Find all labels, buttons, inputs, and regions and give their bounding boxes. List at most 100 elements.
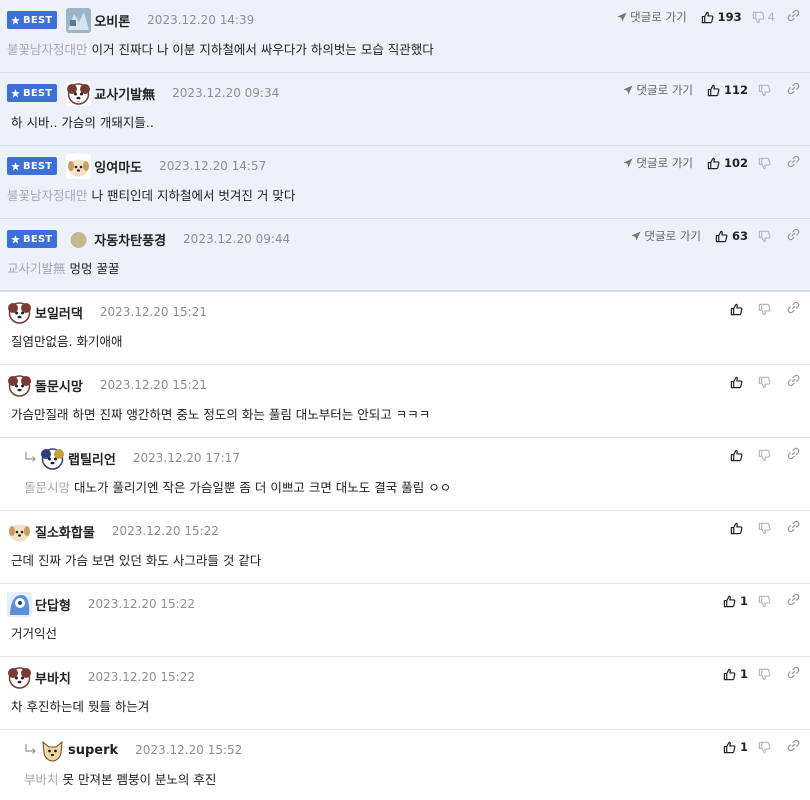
comment-body: 차 후진하는데 뭣들 하는겨 [7, 696, 149, 715]
downvote-button[interactable] [758, 741, 775, 754]
nickname[interactable]: 단답형 [35, 595, 71, 614]
avatar[interactable] [40, 445, 65, 471]
link-icon[interactable] [787, 9, 800, 25]
upvote-count: 63 [731, 229, 748, 243]
comment-item: 단답형 2023.12.20 15:22 1 거거익선 [0, 584, 810, 657]
nickname[interactable]: 교사기발無 [94, 84, 155, 103]
best-badge: BEST [7, 157, 58, 175]
link-icon[interactable] [787, 228, 800, 244]
upvote-button[interactable]: 63 [715, 229, 748, 243]
avatar[interactable] [7, 372, 32, 398]
downvote-button[interactable] [758, 230, 775, 243]
mention[interactable]: 불꽃남자정대만 [7, 42, 88, 57]
nickname[interactable]: 자동차탄풍경 [94, 230, 166, 249]
comment-header: 질소화합물 2023.12.20 15:22 [7, 518, 219, 544]
avatar[interactable] [7, 591, 32, 617]
avatar[interactable] [66, 80, 92, 106]
comment-item: 부바치 2023.12.20 15:22 1 차 후진하는데 뭣들 하는겨 [0, 657, 810, 730]
mention[interactable]: 부바치 [24, 772, 59, 787]
avatar[interactable] [66, 7, 92, 33]
comment-actions [730, 300, 800, 318]
comment-header: 돌문시망 2023.12.20 15:21 [7, 372, 207, 398]
thumbs-down-icon [758, 449, 771, 461]
downvote-button[interactable] [758, 449, 775, 462]
link-icon[interactable] [787, 666, 800, 682]
upvote-button[interactable] [730, 303, 748, 316]
goto-comment-link[interactable]: 댓글로 가기 [631, 228, 701, 244]
avatar[interactable] [66, 153, 92, 179]
comment-body: 거거익선 [7, 623, 57, 642]
reply-item: 랩틸리언 2023.12.20 17:17 돌문시망 대노가 풀리기엔 작은 가슴… [0, 438, 810, 511]
link-icon[interactable] [787, 593, 800, 609]
avatar[interactable] [7, 299, 32, 325]
thumbs-up-icon [730, 522, 743, 534]
link-icon[interactable] [787, 155, 800, 171]
upvote-button[interactable]: 102 [707, 156, 748, 170]
downvote-button[interactable] [758, 303, 775, 316]
comment-date: 2023.12.20 15:52 [135, 743, 243, 757]
avatar[interactable] [66, 227, 91, 252]
comment-body: 하 시바.. 가슴의 개돼지들.. [7, 112, 154, 131]
thumbs-up-icon [715, 230, 728, 242]
upvote-button[interactable] [730, 449, 748, 462]
downvote-button[interactable] [758, 595, 775, 608]
comment-text: 못 만져본 펨붕이 분노의 후진 [62, 772, 217, 787]
thumbs-down-icon [758, 376, 771, 388]
goto-comment-link[interactable]: 댓글로 가기 [623, 155, 693, 171]
comment-item: BEST 교사기발無 2023.12.20 09:34 댓글로 가기 112 하… [0, 73, 810, 146]
upvote-button[interactable] [730, 376, 748, 389]
upvote-button[interactable]: 1 [723, 594, 748, 608]
thumbs-up-icon [723, 668, 736, 680]
link-icon[interactable] [787, 520, 800, 536]
comment-actions: 댓글로 가기 193 4 [617, 8, 800, 26]
link-icon[interactable] [787, 739, 800, 755]
thumbs-down-icon [758, 595, 771, 607]
downvote-button[interactable] [758, 522, 775, 535]
thumbs-down-icon [758, 230, 771, 242]
upvote-count: 1 [739, 740, 748, 754]
comment-date: 2023.12.20 17:17 [132, 451, 240, 465]
link-icon[interactable] [787, 301, 800, 317]
link-icon[interactable] [787, 374, 800, 390]
nickname[interactable]: 부바치 [35, 668, 71, 687]
nickname[interactable]: 오비론 [94, 11, 130, 30]
comment-text: 대노가 풀리기엔 작은 가슴일뿐 좀 더 이쁘고 크면 대노도 결국 풀림 ㅇㅇ [74, 480, 452, 495]
downvote-button[interactable] [758, 668, 775, 681]
goto-comment-link[interactable]: 댓글로 가기 [623, 82, 693, 98]
avatar[interactable] [40, 737, 65, 763]
comment-actions: 댓글로 가기 112 [623, 81, 800, 99]
upvote-button[interactable]: 112 [707, 83, 748, 97]
goto-comment-link[interactable]: 댓글로 가기 [617, 9, 687, 25]
thumbs-up-icon [723, 595, 736, 607]
nickname[interactable]: superk [68, 743, 118, 758]
link-icon[interactable] [787, 82, 800, 98]
comment-list: BEST 오비론 2023.12.20 14:39 댓글로 가기 193 4 불… [0, 0, 810, 800]
comment-actions: 댓글로 가기 63 [631, 227, 800, 245]
upvote-button[interactable]: 1 [723, 667, 748, 681]
comment-body: 근데 진짜 가슴 보면 있던 화도 사그라들 것 같다 [7, 550, 261, 569]
reply-arrow-icon [25, 744, 36, 754]
nickname[interactable]: 질소화합물 [35, 522, 95, 541]
downvote-button[interactable]: 4 [752, 10, 775, 24]
nickname[interactable]: 잉여마도 [94, 157, 142, 176]
comment-item: BEST 잉여마도 2023.12.20 14:57 댓글로 가기 102 불꽃… [0, 146, 810, 219]
comment-actions: 1 [723, 738, 800, 756]
downvote-button[interactable] [758, 84, 775, 97]
mention[interactable]: 불꽃남자정대만 [7, 188, 88, 203]
mention[interactable]: 돌문시망 [24, 480, 70, 495]
upvote-button[interactable]: 1 [723, 740, 748, 754]
upvote-button[interactable]: 193 [701, 10, 742, 24]
nickname[interactable]: 돌문시망 [35, 376, 83, 395]
nickname[interactable]: 보일러댁 [35, 303, 83, 322]
mention[interactable]: 교사기발無 [7, 261, 66, 276]
downvote-button[interactable] [758, 157, 775, 170]
avatar[interactable] [7, 518, 32, 544]
nickname[interactable]: 랩틸리언 [68, 449, 116, 468]
upvote-button[interactable] [730, 522, 748, 535]
send-icon [623, 158, 633, 168]
comment-body: 가슴만질래 하면 진짜 앵간하면 중노 정도의 화는 풀림 대노부터는 안되고 … [7, 404, 430, 423]
link-icon[interactable] [787, 447, 800, 463]
comment-text: 차 후진하는데 뭣들 하는겨 [11, 699, 150, 714]
downvote-button[interactable] [758, 376, 775, 389]
avatar[interactable] [7, 664, 32, 690]
